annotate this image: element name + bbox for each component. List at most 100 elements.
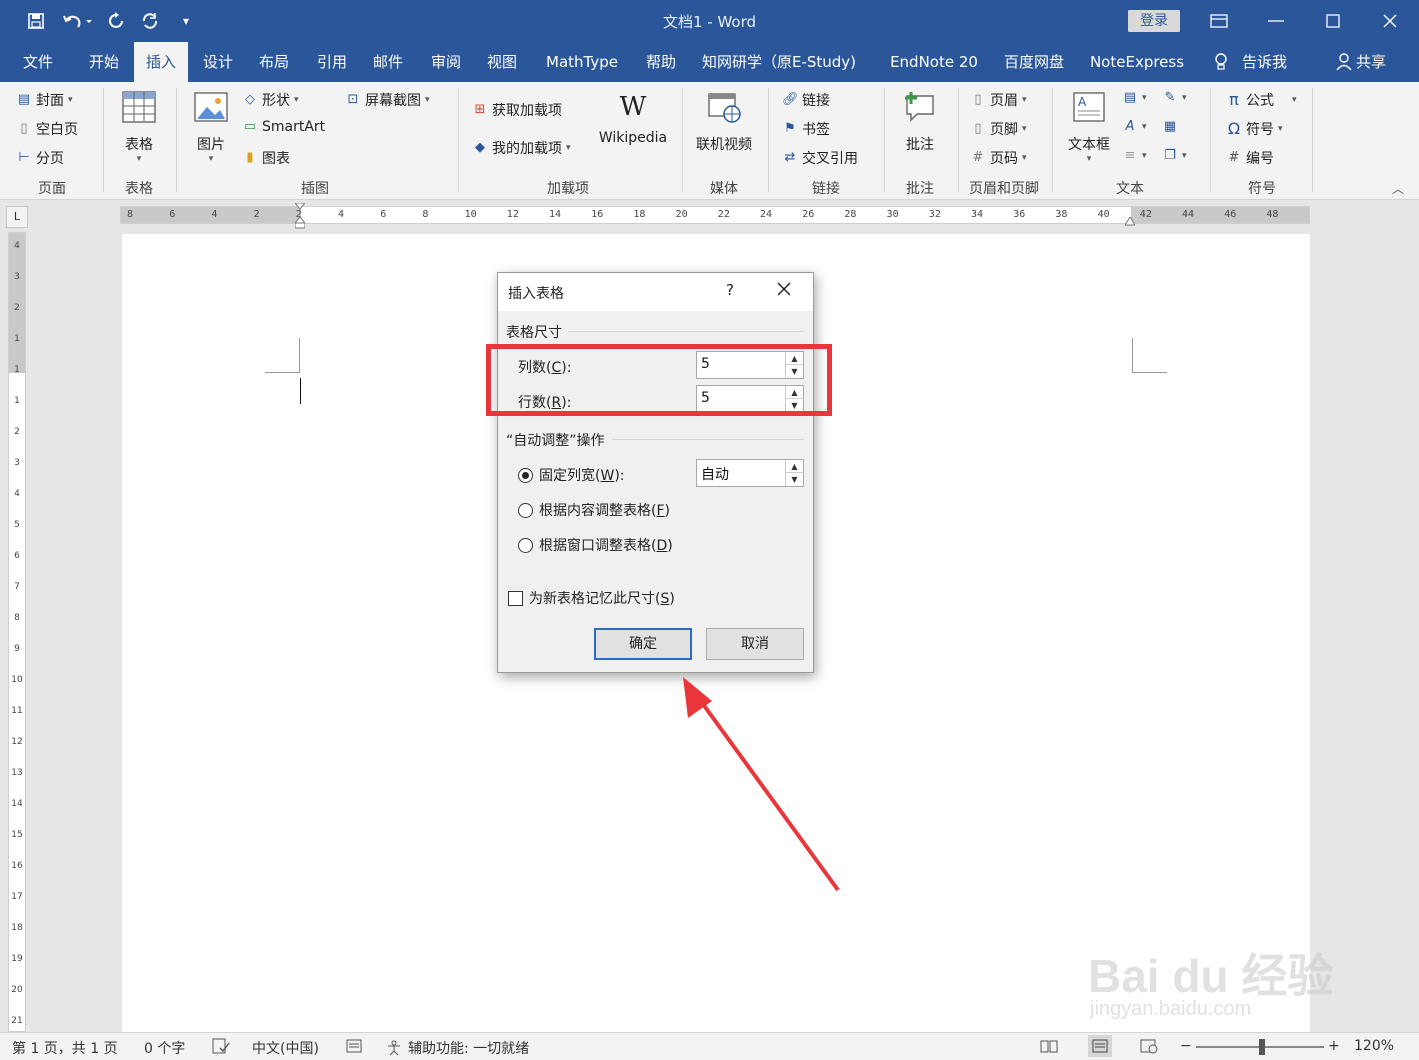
tab-mailings[interactable]: 邮件 <box>362 42 414 82</box>
read-mode-icon[interactable] <box>1040 1038 1058 1058</box>
maximize-icon[interactable] <box>1304 0 1361 42</box>
autofit-window-radio[interactable]: 根据窗口调整表格(D) <box>518 535 673 555</box>
column-width-stepper[interactable]: 自动 ▲ ▼ <box>696 459 804 487</box>
web-layout-icon[interactable] <box>1140 1038 1158 1058</box>
minimize-icon[interactable] <box>1247 0 1304 42</box>
horizontal-ruler[interactable]: 8 6 4 2 2 4 6 8 10 12 14 16 18 20 22 24 26 28 30 32 34 36 38 40… <box>120 202 1310 229</box>
accessibility-status[interactable]: 辅助功能: 一切就绪 <box>386 1038 529 1058</box>
ruler-tick-label: 2 <box>14 427 20 437</box>
dialog-close-button[interactable] <box>772 281 796 303</box>
accessibility-icon <box>388 1040 400 1056</box>
tab-layout[interactable]: 布局 <box>248 42 300 82</box>
fixed-column-width-radio[interactable]: 固定列宽(W): <box>518 465 625 485</box>
tab-endnote[interactable]: EndNote 20 <box>884 42 984 82</box>
undo-icon[interactable] <box>58 8 96 34</box>
vertical-ruler[interactable]: 4 3 2 1 1 1 2 3 4 5 6 7 8 9 10 11 12 13 14 15 16 17 18 19 20 21 <box>8 232 26 1032</box>
share-button[interactable]: 共享 <box>1336 42 1396 82</box>
login-button[interactable]: 登录 <box>1128 10 1180 32</box>
zoom-level[interactable]: 120% <box>1354 1038 1394 1054</box>
cover-page-button[interactable]: ▤ 封面 ▾ <box>16 90 73 110</box>
drop-cap-button[interactable]: ≡ ▾ <box>1122 148 1147 164</box>
zoom-slider-thumb[interactable] <box>1259 1039 1265 1055</box>
ruler-tick-label: 8 <box>127 209 134 220</box>
ruler-tick-label: 21 <box>11 1016 23 1026</box>
blank-page-button[interactable]: ▯ 空白页 <box>16 119 78 139</box>
page-count[interactable]: 第 1 页，共 1 页 <box>12 1038 118 1058</box>
tab-baidu-netdisk[interactable]: 百度网盘 <box>998 42 1070 82</box>
ruler-tick-label: 11 <box>11 706 23 716</box>
dialog-title-bar[interactable]: 插入表格 ? <box>498 273 813 311</box>
header-button[interactable]: ▯ 页眉 ▾ <box>970 90 1026 110</box>
footer-button[interactable]: ▯ 页脚 ▾ <box>970 119 1026 139</box>
tab-design[interactable]: 设计 <box>192 42 244 82</box>
bookmark-button[interactable]: ⚑ 书签 <box>782 119 830 139</box>
table-button[interactable]: 表格 ▾ <box>114 90 164 164</box>
customize-quick-access-icon[interactable]: ▾ <box>172 8 200 34</box>
bookmark-icon: ⚑ <box>784 121 796 136</box>
tab-view[interactable]: 视图 <box>476 42 528 82</box>
get-addins-button[interactable]: ⊞ 获取加载项 <box>472 100 562 120</box>
date-time-button[interactable]: ▦ <box>1162 119 1178 135</box>
shapes-button[interactable]: ◇ 形状 ▾ <box>242 90 299 110</box>
ruler-tick-label: 6 <box>169 209 176 220</box>
tab-review[interactable]: 审阅 <box>420 42 472 82</box>
tab-file[interactable]: 文件 <box>10 42 66 82</box>
wordart-button[interactable]: A ▾ <box>1122 119 1147 135</box>
ok-button[interactable]: 确定 <box>594 628 692 660</box>
my-addins-button[interactable]: ◆ 我的加载项 ▾ <box>472 138 571 158</box>
comment-button[interactable]: 批注 <box>894 90 946 154</box>
column-width-increment-icon[interactable]: ▲ <box>786 460 803 473</box>
remember-dimensions-checkbox[interactable]: 为新表格记忆此尺寸(S) <box>508 588 675 608</box>
page-number-button[interactable]: # 页码 ▾ <box>970 148 1027 168</box>
tab-noteexpress[interactable]: NoteExpress <box>1084 42 1190 82</box>
zoom-out-button[interactable]: − <box>1180 1038 1192 1054</box>
autofit-contents-radio[interactable]: 根据内容调整表格(F) <box>518 500 670 520</box>
redo-icon[interactable] <box>102 8 130 34</box>
object-button[interactable]: ❐ ▾ <box>1162 148 1186 164</box>
right-indent-marker[interactable] <box>1124 215 1136 226</box>
chart-button[interactable]: ▮ 图表 <box>242 148 290 168</box>
symbol-button[interactable]: Ω 符号 ▾ <box>1226 119 1283 139</box>
tab-estudy[interactable]: 知网研学（原E-Study) <box>696 42 862 82</box>
ruler-tick-label: 4 <box>211 209 218 220</box>
collapse-ribbon-icon[interactable]: ︿ <box>1392 180 1404 197</box>
indent-marker[interactable] <box>293 202 307 229</box>
wikipedia-button[interactable]: W Wikipedia <box>596 92 670 146</box>
tell-me[interactable]: 告诉我 <box>1214 42 1294 82</box>
tab-references[interactable]: 引用 <box>306 42 358 82</box>
textbox-button[interactable]: A 文本框 ▾ <box>1062 90 1116 164</box>
link-button[interactable]: 🔗︎ 链接 <box>782 90 830 110</box>
ribbon-display-options-icon[interactable] <box>1190 0 1247 42</box>
online-video-button[interactable]: 联机视频 <box>690 90 758 154</box>
signature-line-button[interactable]: ✎ ▾ <box>1162 90 1187 106</box>
cancel-button[interactable]: 取消 <box>706 628 804 660</box>
word-count[interactable]: 0 个字 <box>144 1038 185 1058</box>
column-width-decrement-icon[interactable]: ▼ <box>786 473 803 486</box>
group-label-illustrations: 插图 <box>301 181 329 197</box>
numbering-button[interactable]: # 编号 <box>1226 148 1274 168</box>
cross-reference-button[interactable]: ⇄ 交叉引用 <box>782 148 858 168</box>
equation-button[interactable]: π 公式 ▾ <box>1226 90 1296 110</box>
screenshot-button[interactable]: ⊡ 屏幕截图 ▾ <box>345 90 430 110</box>
tab-insert[interactable]: 插入 <box>134 42 188 82</box>
help-button[interactable]: ? <box>720 281 740 301</box>
tab-mathtype[interactable]: MathType <box>538 42 626 82</box>
page-break-button[interactable]: ⊢ 分页 <box>16 148 64 168</box>
smartart-button[interactable]: ▭ SmartArt <box>242 119 325 135</box>
tab-help[interactable]: 帮助 <box>636 42 686 82</box>
close-icon[interactable] <box>1361 0 1418 42</box>
tab-home[interactable]: 开始 <box>76 42 132 82</box>
picture-button[interactable]: 图片 ▾ <box>188 90 234 164</box>
proofing-icon[interactable] <box>212 1038 230 1058</box>
save-icon[interactable] <box>22 8 50 34</box>
language-indicator[interactable]: 中文(中国) <box>252 1038 319 1058</box>
macro-recording-icon[interactable] <box>346 1038 362 1058</box>
ruler-tick-label: 36 <box>1013 209 1026 220</box>
refresh-icon[interactable] <box>136 8 164 34</box>
quick-parts-button[interactable]: ▤ ▾ <box>1122 90 1147 106</box>
ruler-tick-label: 3 <box>14 458 20 468</box>
group-label-pages: 页面 <box>38 181 66 197</box>
print-layout-icon[interactable] <box>1088 1035 1112 1057</box>
zoom-in-button[interactable]: + <box>1328 1038 1340 1054</box>
tab-selector[interactable]: L <box>6 206 28 228</box>
